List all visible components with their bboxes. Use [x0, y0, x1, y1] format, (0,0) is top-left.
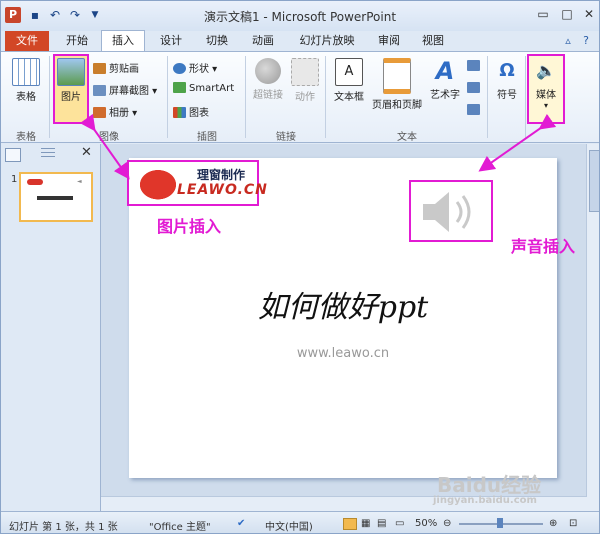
zoom-out-icon[interactable]: ⊖ — [443, 518, 451, 529]
baidu-watermark: Baidu经验 — [437, 473, 542, 497]
zoom-slider-thumb[interactable] — [497, 518, 503, 528]
normal-view-icon[interactable] — [343, 518, 357, 530]
powerpoint-window: P ▪ ↶ ↷ ▼ 演示文稿1 - Microsoft PowerPoint ▭… — [0, 0, 600, 534]
zoom-level[interactable]: 50% — [415, 518, 437, 529]
sound-insert-annotation: 声音插入 — [511, 237, 576, 256]
theme-status[interactable]: "Office 主题" — [149, 518, 211, 533]
status-bar: 幻灯片 第 1 张，共 1 张 "Office 主题" ✔ 中文(中国) ▦ ▤… — [1, 511, 599, 533]
language-status[interactable]: 中文(中国) — [265, 518, 313, 533]
slideshow-view-icon[interactable]: ▭ — [395, 518, 404, 529]
annotation-arrows — [79, 113, 557, 180]
slide-count-status: 幻灯片 第 1 张，共 1 张 — [9, 522, 118, 533]
picture-insert-annotation: 图片插入 — [157, 217, 222, 236]
zoom-in-icon[interactable]: ⊕ — [549, 518, 557, 529]
reading-view-icon[interactable]: ▤ — [377, 518, 386, 529]
spellcheck-icon[interactable]: ✔ — [237, 518, 245, 529]
sorter-view-icon[interactable]: ▦ — [361, 518, 370, 529]
fit-slide-icon[interactable]: ⊡ — [569, 518, 577, 529]
baidu-watermark-url: jingyan.baidu.com — [433, 495, 537, 506]
